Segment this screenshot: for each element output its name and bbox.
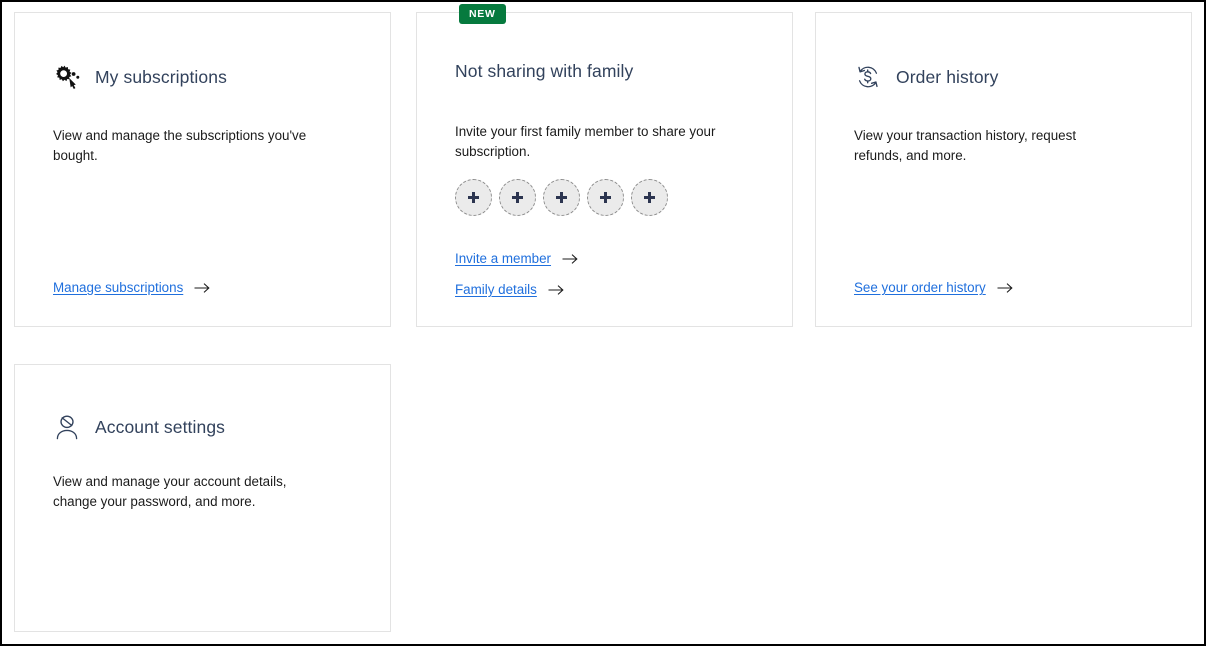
family-member-slots [455, 179, 668, 216]
card-header: Account settings [53, 413, 225, 441]
see-order-history-link[interactable]: See your order history [854, 280, 1014, 295]
arrow-right-icon [548, 284, 565, 296]
add-member-slot[interactable] [455, 179, 492, 216]
add-member-slot[interactable] [499, 179, 536, 216]
person-icon [53, 413, 81, 441]
card-description: View and manage your account details, ch… [53, 474, 287, 509]
card-title: Order history [896, 66, 999, 87]
status-badge-new: NEW [459, 4, 506, 24]
card-description: Invite your first family member to share… [455, 124, 716, 159]
arrow-right-icon [997, 282, 1014, 294]
card-order-history[interactable]: Order history View your transaction hist… [815, 12, 1192, 327]
family-details-link[interactable]: Family details [455, 282, 565, 297]
manage-subscriptions-link[interactable]: Manage subscriptions [53, 280, 211, 295]
link-label: See your order history [854, 280, 986, 295]
link-label: Manage subscriptions [53, 280, 184, 295]
plus-icon [468, 192, 479, 203]
add-member-slot[interactable] [543, 179, 580, 216]
card-description: View your transaction history, request r… [854, 128, 1077, 163]
plus-icon [512, 192, 523, 203]
card-header: My subscriptions [53, 63, 227, 91]
arrow-right-icon [562, 253, 579, 265]
arrow-right-icon [194, 282, 211, 294]
link-label: Invite a member [455, 251, 552, 266]
plus-icon [644, 192, 655, 203]
plus-icon [556, 192, 567, 203]
add-member-slot[interactable] [587, 179, 624, 216]
card-account-settings[interactable]: Account settings View and manage your ac… [14, 364, 391, 632]
add-member-slot[interactable] [631, 179, 668, 216]
gear-cursor-icon [53, 63, 81, 91]
card-my-subscriptions[interactable]: My subscriptions View and manage the sub… [14, 12, 391, 327]
card-title: Account settings [95, 416, 226, 437]
card-title: Not sharing with family [455, 61, 634, 81]
link-label: Family details [455, 282, 537, 297]
cards-grid: My subscriptions View and manage the sub… [14, 4, 1196, 638]
invite-a-member-link[interactable]: Invite a member [455, 251, 579, 266]
card-title: My subscriptions [95, 66, 227, 87]
card-header: Order history [854, 63, 998, 91]
card-header: Not sharing with family [455, 61, 633, 82]
card-description: View and manage the subscriptions you've… [53, 128, 307, 163]
refund-dollar-icon [854, 63, 882, 91]
card-family-sharing[interactable]: NEW Not sharing with family Invite your … [416, 4, 793, 327]
page-root: My subscriptions View and manage the sub… [0, 0, 1206, 646]
plus-icon [600, 192, 611, 203]
